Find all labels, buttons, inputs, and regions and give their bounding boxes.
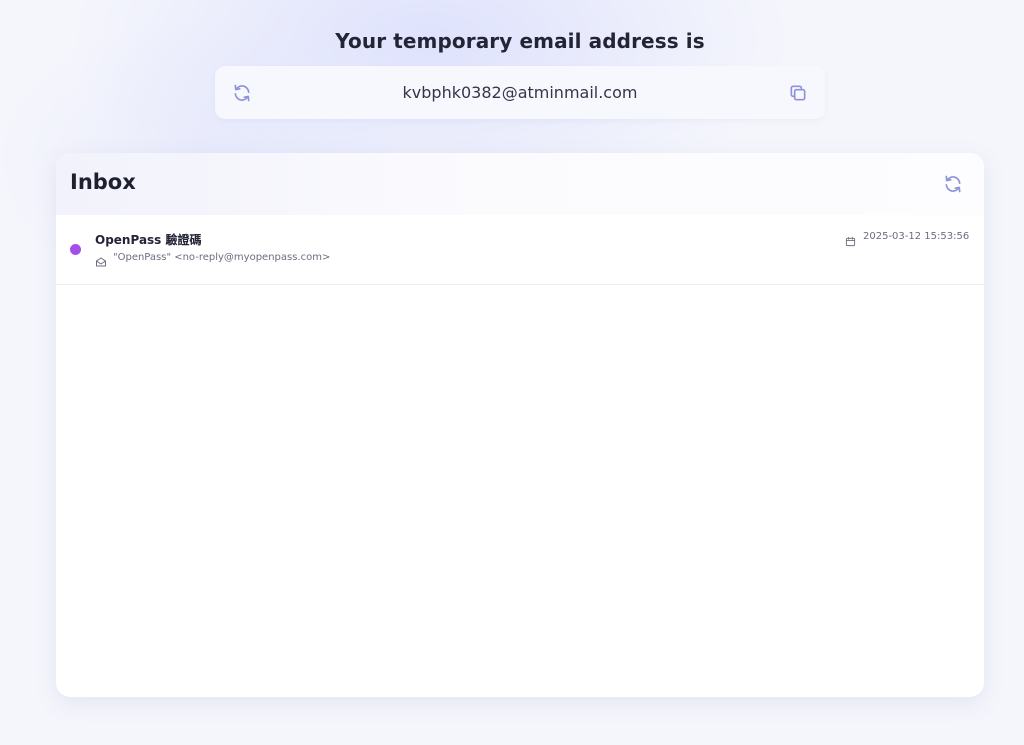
page-title: Your temporary email address is [335,29,705,53]
refresh-icon[interactable] [943,174,963,194]
inbox-title: Inbox [70,170,136,194]
inbox-panel: Inbox OpenPass 驗證碼 "OpenPass" <no-reply@… [56,153,984,697]
inbox-header: Inbox [56,153,984,215]
email-sender: "OpenPass" <no-reply@myopenpass.com> [113,252,331,263]
envelope-open-icon [95,253,107,267]
copy-icon[interactable] [788,83,808,103]
email-address-bar: kvbphk0382@atminmail.com [215,66,825,119]
email-list-item[interactable]: OpenPass 驗證碼 "OpenPass" <no-reply@myopen… [56,215,984,285]
email-date: 2025-03-12 15:53:56 [863,231,970,242]
calendar-icon [845,232,856,247]
unread-indicator [70,244,81,255]
email-subject: OpenPass 驗證碼 [95,233,202,247]
email-address: kvbphk0382@atminmail.com [402,83,638,102]
